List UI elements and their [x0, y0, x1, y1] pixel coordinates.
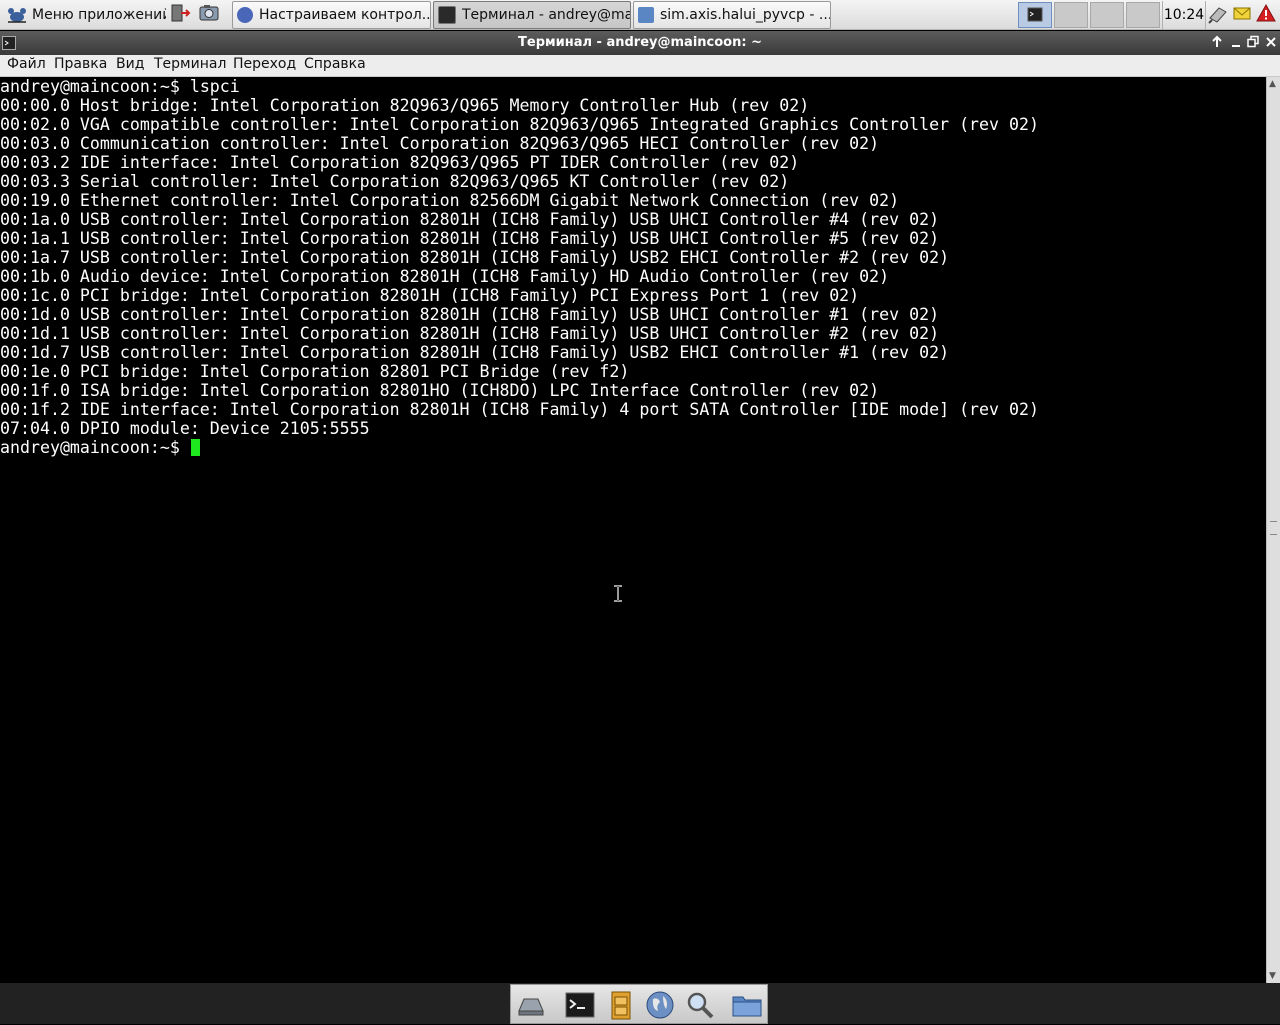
task-file-manager[interactable]: sim.axis.halui_pyvcp - ...	[633, 1, 831, 29]
terminal-icon[interactable]	[564, 989, 596, 1021]
workspace-1[interactable]	[1018, 2, 1052, 28]
window-titlebar[interactable]: Терминал - andrey@maincoon: ~	[0, 31, 1280, 55]
bottom-panel	[0, 983, 1280, 1024]
warning-tray[interactable]	[1254, 1, 1278, 29]
output-line: 00:1f.0 ISA bridge: Intel Corporation 82…	[0, 381, 880, 400]
terminal-area[interactable]: andrey@maincoon:~$ lspci 00:00.0 Host br…	[0, 77, 1266, 983]
prompt: andrey@maincoon:~$	[0, 77, 180, 96]
terminal-icon	[438, 6, 456, 24]
mail-tray[interactable]	[1230, 1, 1254, 29]
terminal-command-line: andrey@maincoon:~$ lspci	[0, 77, 1266, 96]
menu-file[interactable]: Файл	[7, 56, 46, 72]
close-icon[interactable]	[1265, 35, 1277, 53]
folder-icon	[638, 7, 654, 23]
task-label: sim.axis.halui_pyvcp - ...	[660, 7, 831, 23]
output-line: 00:1a.7 USB controller: Intel Corporatio…	[0, 248, 950, 267]
task-label: Настраиваем контрол...	[259, 7, 431, 23]
launcher-dock	[510, 984, 768, 1024]
output-line: 00:00.0 Host bridge: Intel Corporation 8…	[0, 96, 810, 115]
task-label: Терминал - andrey@ma...	[462, 7, 631, 23]
menu-view[interactable]: Вид	[116, 56, 144, 72]
output-line: 00:1d.7 USB controller: Intel Corporatio…	[0, 343, 950, 362]
task-terminal[interactable]: Терминал - andrey@ma...	[433, 1, 631, 29]
scroll-up-icon[interactable]: ▲	[1269, 79, 1276, 89]
output-line: 00:1e.0 PCI bridge: Intel Corporation 82…	[0, 362, 630, 381]
file-cabinet-icon[interactable]	[605, 989, 637, 1021]
screenshot-icon	[198, 2, 220, 28]
output-line: 00:03.2 IDE interface: Intel Corporation…	[0, 153, 800, 172]
menu-terminal[interactable]: Терминал	[154, 56, 226, 72]
menu-help[interactable]: Справка	[304, 56, 366, 72]
scroll-down-icon[interactable]: ▼	[1269, 971, 1276, 981]
logout-launcher[interactable]	[168, 1, 192, 29]
command: lspci	[189, 77, 240, 96]
folder-icon[interactable]	[731, 989, 763, 1021]
output-line: 00:1b.0 Audio device: Intel Corporation …	[0, 267, 890, 286]
web-browser-icon[interactable]	[644, 989, 676, 1021]
output-line: 07:04.0 DPIO module: Device 2105:5555	[0, 419, 370, 438]
terminal-prompt-line: andrey@maincoon:~$	[0, 438, 1266, 457]
prompt: andrey@maincoon:~$	[0, 438, 180, 457]
output-line: 00:1c.0 PCI bridge: Intel Corporation 82…	[0, 286, 860, 305]
logout-icon	[169, 2, 191, 28]
window-title: Терминал - andrey@maincoon: ~	[518, 35, 762, 50]
browser-icon	[237, 7, 253, 23]
clock[interactable]: 10:24	[1162, 1, 1206, 29]
workspace-2[interactable]	[1054, 2, 1088, 28]
maximize-icon[interactable]	[1247, 35, 1259, 53]
search-icon[interactable]	[684, 989, 716, 1021]
output-line: 00:02.0 VGA compatible controller: Intel…	[0, 115, 1039, 134]
output-line: 00:1f.2 IDE interface: Intel Corporation…	[0, 400, 1039, 419]
minimize-icon[interactable]	[1230, 35, 1242, 53]
app-menu-button[interactable]: Меню приложений	[2, 1, 166, 29]
workspace-3[interactable]	[1090, 2, 1124, 28]
terminal-scrollbar[interactable]: ▲ ▼	[1266, 77, 1280, 983]
output-line: 00:03.3 Serial controller: Intel Corpora…	[0, 172, 790, 191]
task-browser[interactable]: Настраиваем контрол...	[232, 1, 431, 29]
ibeam-cursor-icon	[613, 585, 623, 602]
network-tray[interactable]	[1206, 1, 1230, 29]
top-panel: Меню приложений Настраиваем контрол... Т…	[0, 0, 1280, 30]
scroll-grip[interactable]	[1270, 521, 1277, 535]
mouse-logo-icon	[6, 4, 28, 26]
text-cursor	[190, 439, 200, 456]
envelope-icon	[1231, 2, 1253, 28]
keep-above-icon[interactable]	[1211, 35, 1223, 53]
output-line: 00:19.0 Ethernet controller: Intel Corpo…	[0, 191, 900, 210]
output-line: 00:1d.1 USB controller: Intel Corporatio…	[0, 324, 940, 343]
workspace-4[interactable]	[1126, 2, 1160, 28]
network-icon	[1207, 2, 1229, 28]
app-menu-label: Меню приложений	[32, 7, 166, 23]
output-line: 00:1a.0 USB controller: Intel Corporatio…	[0, 210, 940, 229]
terminal-icon	[1027, 7, 1043, 22]
screenshot-launcher[interactable]	[197, 1, 221, 29]
disk-icon[interactable]	[515, 989, 547, 1021]
output-line: 00:1d.0 USB controller: Intel Corporatio…	[0, 305, 940, 324]
window-menubar: Файл Правка Вид Терминал Переход Справка	[0, 55, 1280, 77]
output-line: 00:1a.1 USB controller: Intel Corporatio…	[0, 229, 940, 248]
menu-go[interactable]: Переход	[233, 56, 296, 72]
output-line: 00:03.0 Communication controller: Intel …	[0, 134, 880, 153]
menu-edit[interactable]: Правка	[54, 56, 107, 72]
warning-icon	[1255, 2, 1277, 28]
